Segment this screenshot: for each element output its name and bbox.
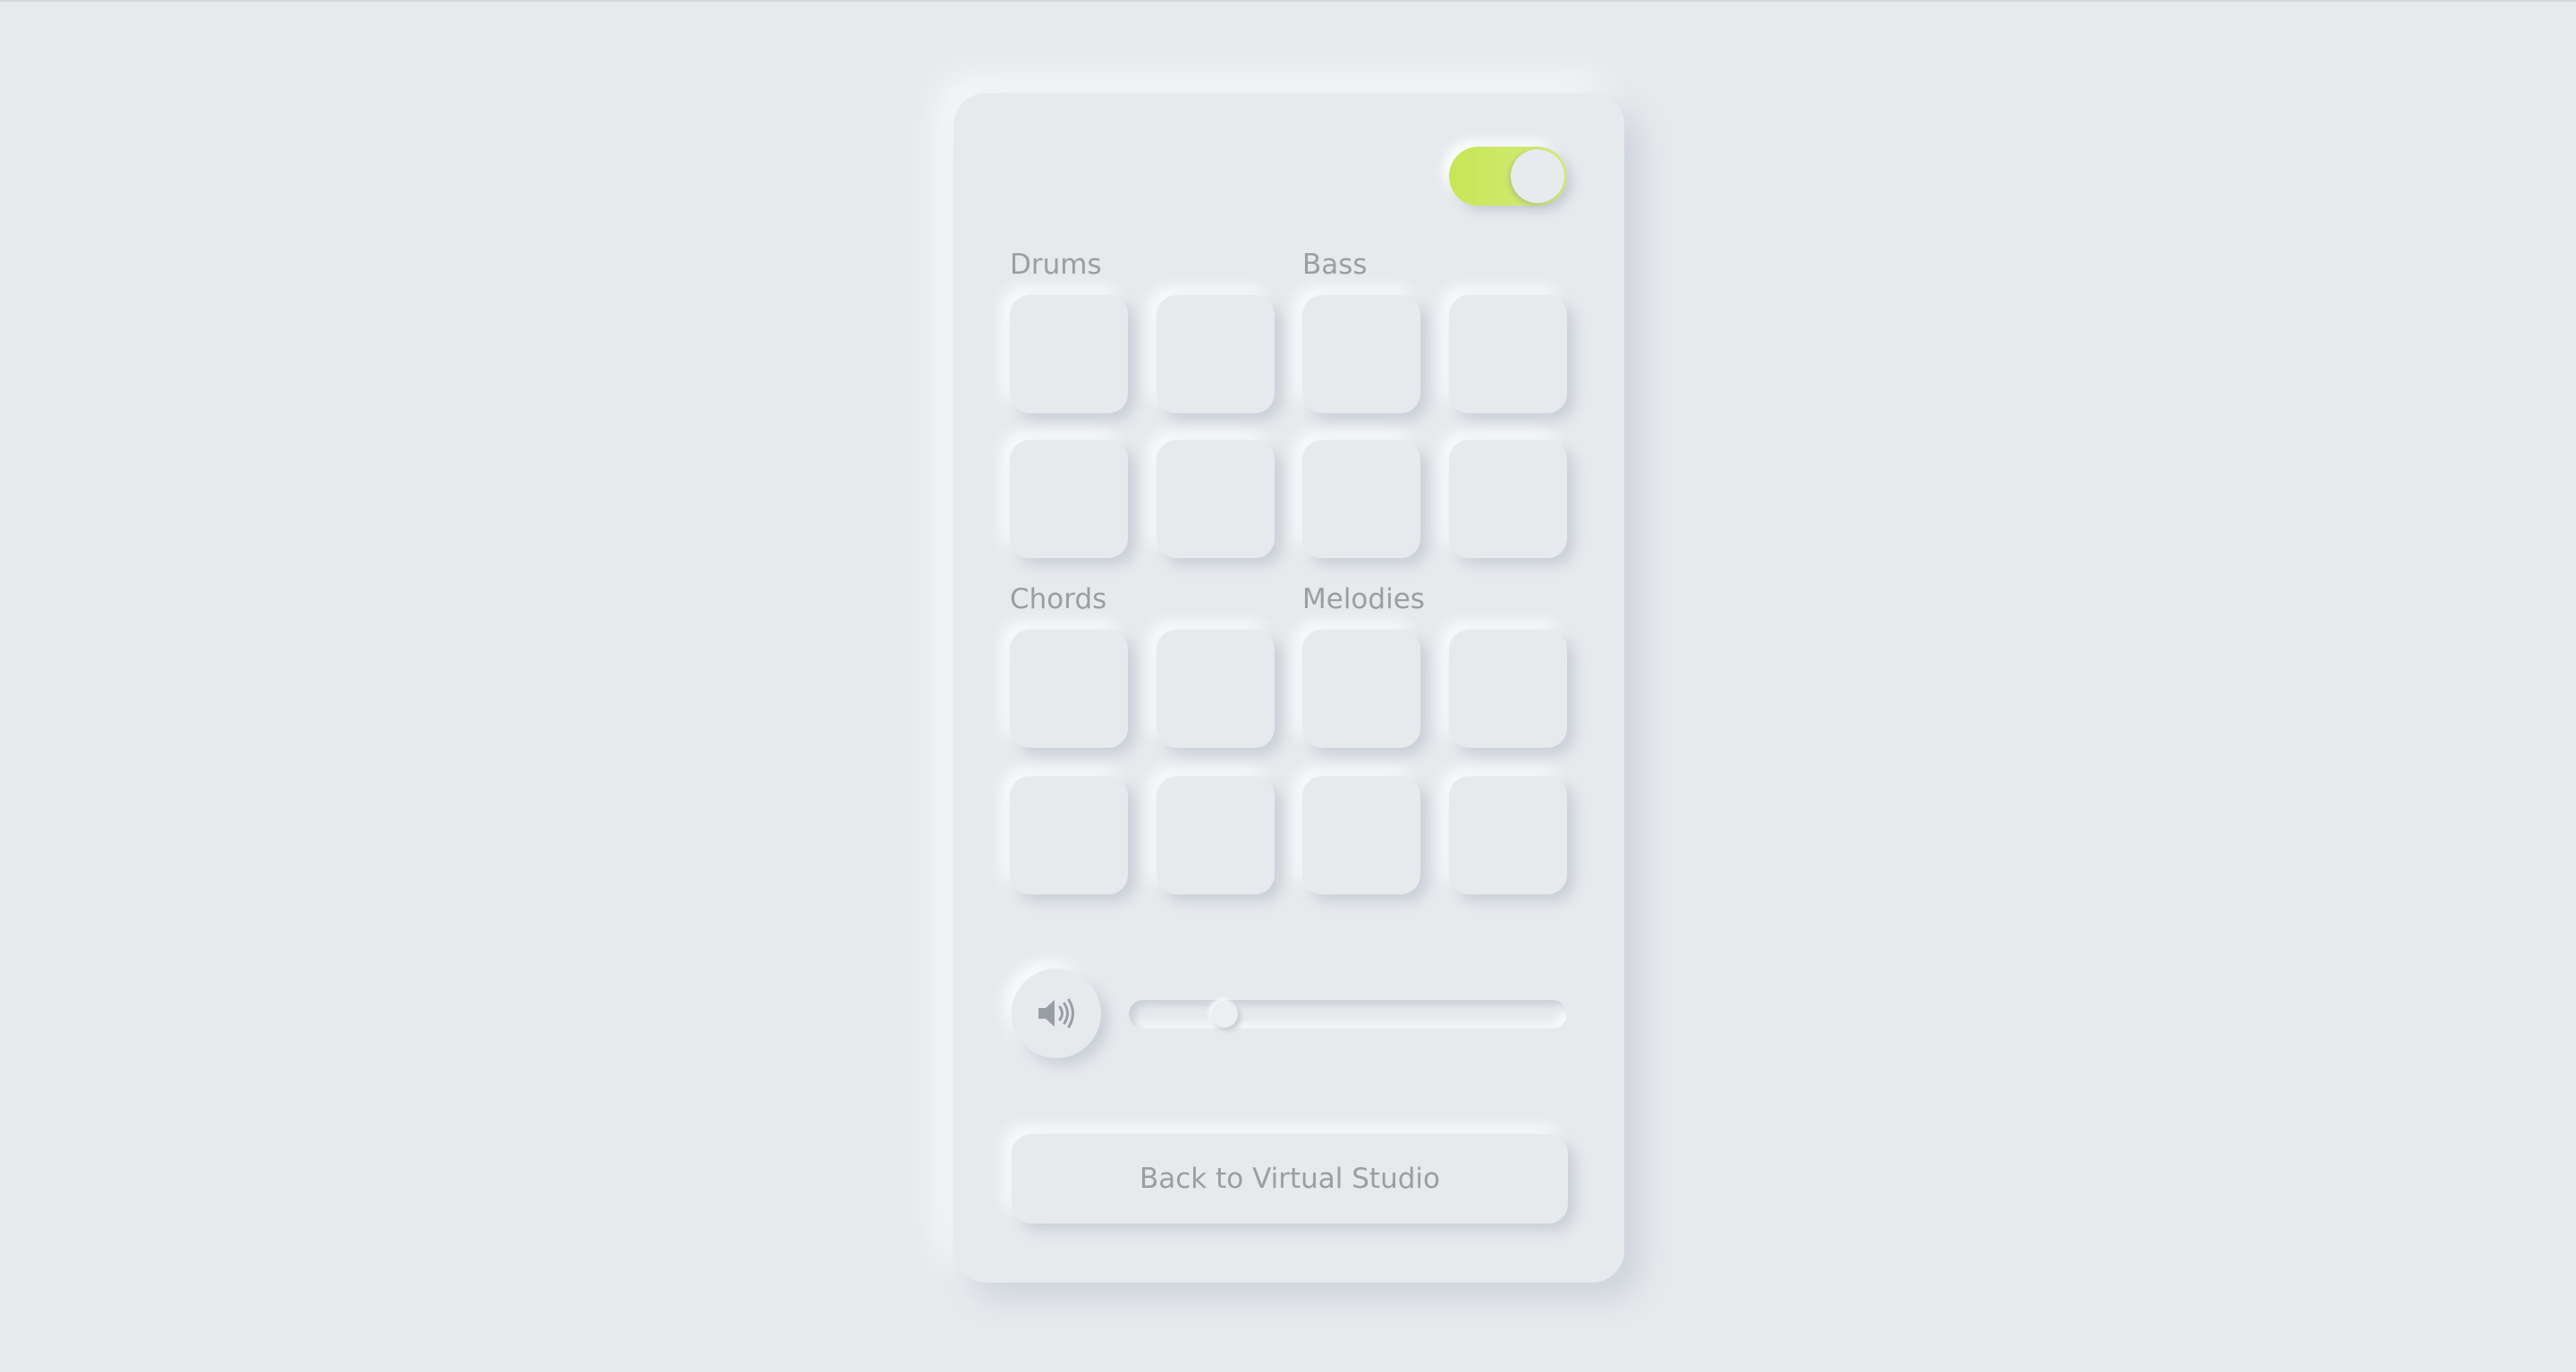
- mute-button[interactable]: [1012, 969, 1101, 1058]
- melody-pad-1[interactable]: [1302, 630, 1420, 748]
- bass-pad-4[interactable]: [1449, 440, 1567, 558]
- chord-pad-4[interactable]: [1157, 776, 1275, 894]
- volume-slider[interactable]: [1129, 1000, 1567, 1029]
- chord-pad-1[interactable]: [1010, 630, 1128, 748]
- volume-slider-thumb[interactable]: [1211, 1001, 1238, 1028]
- top-border: [0, 0, 2576, 2]
- bass-pad-2[interactable]: [1449, 295, 1567, 413]
- power-toggle[interactable]: [1449, 147, 1567, 206]
- drum-pad-4[interactable]: [1157, 440, 1275, 558]
- drum-pad-3[interactable]: [1010, 440, 1128, 558]
- section-label-bass: Bass: [1302, 249, 1368, 281]
- back-to-studio-button[interactable]: Back to Virtual Studio: [1012, 1134, 1568, 1224]
- drum-pad-1[interactable]: [1010, 295, 1128, 413]
- melody-pad-3[interactable]: [1302, 776, 1420, 894]
- bass-pad-1[interactable]: [1302, 295, 1420, 413]
- chord-pad-3[interactable]: [1010, 776, 1128, 894]
- drum-pad-2[interactable]: [1157, 295, 1275, 413]
- melody-pad-2[interactable]: [1449, 630, 1567, 748]
- speaker-icon: [1038, 998, 1074, 1029]
- section-label-drums: Drums: [1010, 249, 1102, 281]
- back-to-studio-label: Back to Virtual Studio: [1140, 1163, 1440, 1195]
- melody-pad-4[interactable]: [1449, 776, 1567, 894]
- section-label-melodies: Melodies: [1302, 583, 1425, 615]
- toggle-knob[interactable]: [1511, 149, 1564, 203]
- chord-pad-2[interactable]: [1157, 630, 1275, 748]
- bass-pad-3[interactable]: [1302, 440, 1420, 558]
- section-label-chords: Chords: [1010, 583, 1107, 615]
